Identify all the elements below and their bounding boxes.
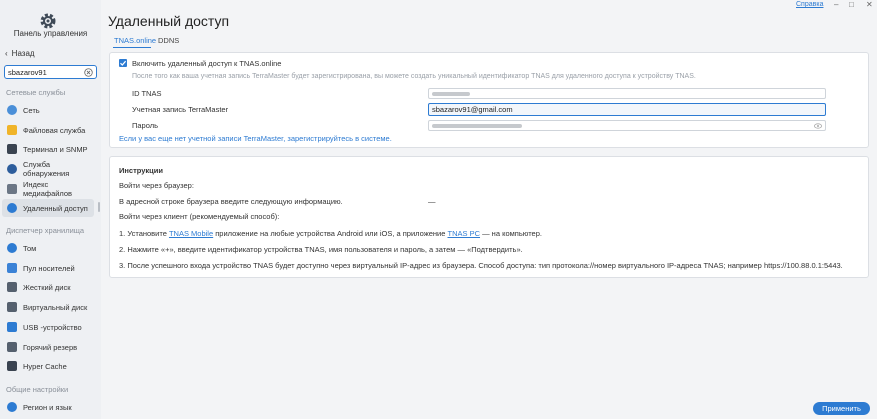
sidebar-item-label: Виртуальный диск — [23, 302, 88, 312]
globe-icon — [7, 105, 17, 115]
step1-post: — на компьютер. — [480, 229, 542, 238]
checkmark-icon — [120, 60, 127, 66]
sidebar-item-label: Служба обнаружения — [23, 160, 70, 178]
section-general-settings: Общие настройки — [6, 385, 69, 394]
search-input[interactable] — [5, 66, 81, 78]
help-link[interactable]: Справка — [796, 1, 823, 8]
sidebar-item-usb[interactable]: USB -устройство — [2, 318, 94, 336]
password-field[interactable] — [428, 120, 826, 131]
enable-remote-access-label[interactable]: Включить удаленный доступ к TNAS.online — [132, 59, 281, 68]
sidebar-item-terminal[interactable]: Терминал и SNMP — [2, 140, 94, 158]
sidebar-item-discovery[interactable]: Служба обнаружения — [2, 160, 94, 178]
sidebar-scrollbar[interactable] — [98, 202, 100, 212]
terramaster-account-label: Учетная запись TerraMaster — [132, 105, 229, 114]
minimize-icon[interactable]: – — [834, 0, 838, 9]
sidebar-item-label: Горячий резерв — [23, 342, 78, 352]
sidebar-item-label: USB -устройство — [23, 322, 82, 332]
instructions-title: Инструкции — [119, 166, 164, 175]
instruction-step-2: 2. Нажмите «+», введите идентификатор ус… — [119, 245, 523, 254]
apply-button[interactable]: Применить — [813, 402, 870, 415]
browser-login-text: Войти через браузер: — [119, 181, 194, 190]
maximize-icon[interactable]: □ — [849, 0, 854, 9]
usb-icon — [7, 322, 17, 332]
client-login-text: Войти через клиент (рекомендуемый способ… — [119, 212, 280, 221]
active-tab-indicator — [113, 47, 151, 48]
registration-hint: После того как ваша учетная запись Terra… — [132, 73, 696, 80]
sidebar-item-label: Удаленный доступ — [23, 203, 88, 213]
terramaster-account-field[interactable]: sbazarov91@gmail.com — [428, 103, 826, 116]
instruction-step-1: 1. Установите TNAS Mobile приложение на … — [119, 229, 542, 238]
volume-icon — [7, 243, 17, 253]
sidebar-item-file-service[interactable]: Файловая служба — [2, 121, 94, 139]
clear-search-icon[interactable] — [84, 68, 93, 77]
step1-pre: 1. Установите — [119, 229, 169, 238]
tnas-mobile-link[interactable]: TNAS Mobile — [169, 229, 213, 238]
register-link[interactable]: Если у вас еще нет учетной записи TerraM… — [119, 134, 392, 143]
sidebar-item-region[interactable]: Регион и язык — [2, 398, 94, 416]
sidebar-item-label: Сеть — [23, 105, 40, 115]
section-network-services: Сетевые службы — [6, 88, 66, 97]
sidebar-item-label: Жесткий диск — [23, 282, 71, 292]
tnas-id-field[interactable] — [428, 88, 826, 99]
eye-icon[interactable] — [814, 123, 822, 129]
gear-icon — [40, 13, 56, 29]
sidebar-item-storage-pool[interactable]: Пул носителей — [2, 259, 94, 277]
sidebar-item-label: Регион и язык — [23, 402, 72, 412]
sidebar-item-network[interactable]: Сеть — [2, 101, 94, 119]
sidebar-title: Панель управления — [13, 29, 88, 38]
region-icon — [7, 402, 17, 412]
sidebar: Панель управления ‹ Назад Сетевые службы… — [0, 0, 101, 419]
masked-password — [432, 124, 522, 128]
address-value: — — [428, 197, 436, 206]
hot-spare-icon — [7, 342, 17, 352]
sidebar-item-remote-access[interactable]: Удаленный доступ — [2, 199, 94, 217]
media-index-icon — [7, 184, 17, 194]
virtual-disk-icon — [7, 302, 17, 312]
discovery-icon — [7, 164, 17, 174]
password-label: Пароль — [132, 121, 159, 130]
back-label: Назад — [11, 49, 35, 58]
sidebar-item-label: Терминал и SNMP — [23, 144, 88, 154]
back-button[interactable]: ‹ Назад — [5, 49, 35, 58]
tnas-pc-link[interactable]: TNAS PC — [448, 229, 481, 238]
sidebar-item-label: Том — [23, 243, 37, 253]
folder-icon — [7, 125, 17, 135]
sidebar-item-volume[interactable]: Том — [2, 239, 94, 257]
sidebar-item-label: Индекс медиафайлов — [23, 180, 73, 198]
hard-disk-icon — [7, 282, 17, 292]
page-title: Удаленный доступ — [108, 13, 230, 29]
sidebar-item-label: Hyper Cache — [23, 361, 67, 371]
tab-ddns[interactable]: DDNS — [158, 36, 179, 45]
sidebar-item-hard-disk[interactable]: Жесткий диск — [2, 278, 94, 296]
cloud-icon — [7, 203, 17, 213]
address-line-text: В адресной строке браузера введите следу… — [119, 197, 343, 206]
close-icon[interactable]: ✕ — [866, 0, 873, 9]
sidebar-item-hot-spare[interactable]: Горячий резерв — [2, 338, 94, 356]
chevron-left-icon: ‹ — [5, 49, 8, 58]
tab-tnas-online[interactable]: TNAS.online — [114, 36, 156, 45]
instruction-step-3: 3. После успешного входа устройство TNAS… — [119, 261, 843, 270]
enable-remote-access-checkbox[interactable] — [119, 59, 127, 67]
terminal-icon — [7, 144, 17, 154]
section-storage-manager: Диспетчер хранилища — [6, 226, 85, 235]
masked-value — [432, 92, 470, 96]
sidebar-item-hyper-cache[interactable]: Hyper Cache — [2, 357, 94, 375]
cache-icon — [7, 361, 17, 371]
sidebar-item-label: Файловая служба — [23, 125, 86, 135]
storage-pool-icon — [7, 263, 17, 273]
sidebar-item-label: Пул носителей — [23, 263, 75, 273]
sidebar-item-virtual-disk[interactable]: Виртуальный диск — [2, 298, 94, 316]
step1-mid: приложение на любые устройства Android и… — [213, 229, 448, 238]
sidebar-item-media-index[interactable]: Индекс медиафайлов — [2, 180, 94, 198]
tnas-id-label: ID TNAS — [132, 89, 162, 98]
search-box[interactable] — [4, 65, 97, 79]
